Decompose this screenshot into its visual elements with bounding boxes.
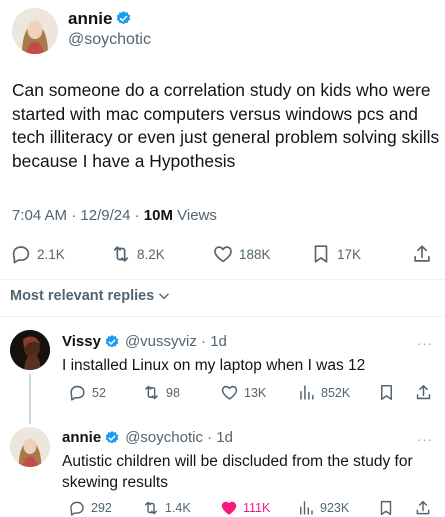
reply-avatar[interactable] <box>10 427 50 467</box>
like-icon <box>221 385 238 400</box>
like-button[interactable]: 111K <box>220 499 270 517</box>
views-count: 852K <box>321 385 351 400</box>
bookmark-icon <box>380 500 392 516</box>
retweet-button[interactable]: 98 <box>142 383 180 402</box>
reply-avatar[interactable] <box>10 330 50 370</box>
reply-button[interactable]: 2.1K <box>10 243 65 265</box>
views-label: Views <box>177 207 217 224</box>
like-icon <box>221 501 237 515</box>
divider <box>0 279 445 280</box>
reply-header: Vissy @vussyviz · 1d <box>62 333 227 350</box>
reply-icon <box>70 385 85 401</box>
retweet-count: 1.4K <box>165 501 191 515</box>
tweet-meta: 7:04 AM · 12/9/24 · 10M Views <box>12 207 217 224</box>
retweet-button[interactable]: 1.4K <box>142 499 191 517</box>
views-icon <box>300 385 314 400</box>
share-button[interactable] <box>411 243 438 265</box>
retweet-icon <box>145 501 157 515</box>
retweet-count: 8.2K <box>137 246 165 262</box>
more-icon[interactable]: ··· <box>417 336 433 351</box>
divider <box>0 316 445 317</box>
bookmark-count: 17K <box>337 246 362 262</box>
reply-actions: 52 98 13K 852K <box>0 383 445 403</box>
share-button[interactable] <box>414 383 438 402</box>
reply-author-name[interactable]: Vissy <box>62 333 101 350</box>
views-count: 10M <box>143 207 173 224</box>
tweet-actions: 2.1K 8.2K 188K 17K <box>0 243 445 267</box>
like-icon <box>214 246 232 263</box>
reply-author-handle[interactable]: @soychotic <box>125 429 203 446</box>
views-button[interactable]: 923K <box>297 499 349 517</box>
tweet-date[interactable]: 12/9/24 <box>80 207 130 224</box>
reply-button[interactable]: 52 <box>68 383 106 402</box>
reply-time[interactable]: 1d <box>210 333 227 350</box>
share-button[interactable] <box>414 499 437 517</box>
reply-author-handle[interactable]: @vussyviz <box>125 333 197 350</box>
like-count: 13K <box>244 385 267 400</box>
reply-header: annie @soychotic · 1d <box>62 429 233 446</box>
reply-icon <box>12 246 30 264</box>
reply-author-name[interactable]: annie <box>62 429 101 446</box>
replies-sort-label: Most relevant replies <box>10 288 155 304</box>
verified-icon <box>105 430 119 443</box>
bookmark-button[interactable]: 17K <box>310 243 361 265</box>
author-name[interactable]: annie <box>68 9 132 29</box>
reply-icon <box>70 501 84 516</box>
reply-count: 292 <box>91 501 112 515</box>
retweet-count: 98 <box>166 385 180 400</box>
like-count: 111K <box>243 501 271 515</box>
more-icon[interactable]: ··· <box>417 432 433 447</box>
retweet-icon <box>113 246 129 262</box>
views-count: 923K <box>320 501 350 515</box>
share-icon <box>416 500 430 515</box>
reply-text: Autistic children will be discluded from… <box>62 453 413 491</box>
tweet-text: Can someone do a correlation study on ki… <box>12 80 440 171</box>
author-avatar[interactable] <box>12 8 58 54</box>
reply-text: I installed Linux on my laptop when I wa… <box>62 357 366 374</box>
like-count: 188K <box>239 246 271 262</box>
bookmark-button[interactable] <box>377 499 400 517</box>
bookmark-icon <box>380 385 393 400</box>
views-icon <box>300 501 313 515</box>
verified-icon <box>105 334 119 347</box>
views-button[interactable]: 852K <box>297 383 350 402</box>
share-icon <box>414 245 430 262</box>
reply-count: 2.1K <box>37 246 65 262</box>
chevron-down-icon <box>159 293 170 300</box>
tweet-time[interactable]: 7:04 AM <box>12 207 67 224</box>
like-button[interactable]: 13K <box>220 383 266 402</box>
reply-actions: 292 1.4K 111K 923K <box>0 499 445 517</box>
retweet-icon <box>145 385 158 400</box>
bookmark-button[interactable] <box>377 383 401 402</box>
bookmark-icon <box>314 245 328 263</box>
reply-button[interactable]: 292 <box>68 499 112 517</box>
reply-count: 52 <box>92 385 106 400</box>
verified-icon <box>117 11 131 25</box>
reply-time[interactable]: 1d <box>216 429 233 446</box>
share-icon <box>416 385 431 400</box>
retweet-button[interactable]: 8.2K <box>110 243 165 265</box>
replies-sort-toggle[interactable]: Most relevant replies <box>10 288 171 304</box>
like-button[interactable]: 188K <box>212 243 271 265</box>
author-handle[interactable]: @soychotic <box>68 31 151 49</box>
